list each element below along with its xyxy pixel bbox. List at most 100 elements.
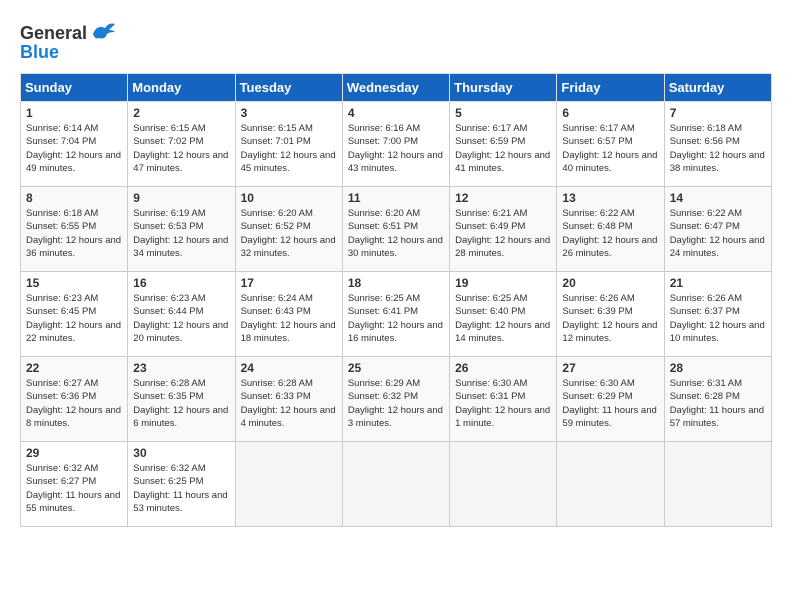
header: General Blue xyxy=(20,20,772,63)
sunrise-text: Sunrise: 6:29 AM xyxy=(348,378,420,389)
calendar-header-row: Sunday Monday Tuesday Wednesday Thursday… xyxy=(21,74,772,102)
header-friday: Friday xyxy=(557,74,664,102)
day-number: 29 xyxy=(26,446,122,460)
daylight-text: Daylight: 12 hours and 30 minutes. xyxy=(348,235,443,259)
sunrise-text: Sunrise: 6:17 AM xyxy=(455,123,527,134)
sunset-text: Sunset: 6:56 PM xyxy=(670,136,740,147)
sunset-text: Sunset: 6:25 PM xyxy=(133,476,203,487)
day-number: 14 xyxy=(670,191,766,205)
sunset-text: Sunset: 7:04 PM xyxy=(26,136,96,147)
calendar-cell: 2 Sunrise: 6:15 AM Sunset: 7:02 PM Dayli… xyxy=(128,102,235,187)
calendar-cell: 16 Sunrise: 6:23 AM Sunset: 6:44 PM Dayl… xyxy=(128,272,235,357)
sunset-text: Sunset: 6:59 PM xyxy=(455,136,525,147)
daylight-text: Daylight: 12 hours and 16 minutes. xyxy=(348,320,443,344)
day-info: Sunrise: 6:32 AM Sunset: 6:27 PM Dayligh… xyxy=(26,462,122,515)
sunrise-text: Sunrise: 6:30 AM xyxy=(562,378,634,389)
sunrise-text: Sunrise: 6:15 AM xyxy=(133,123,205,134)
sunset-text: Sunset: 6:47 PM xyxy=(670,221,740,232)
sunrise-text: Sunrise: 6:18 AM xyxy=(26,208,98,219)
sunset-text: Sunset: 7:02 PM xyxy=(133,136,203,147)
sunrise-text: Sunrise: 6:24 AM xyxy=(241,293,313,304)
header-tuesday: Tuesday xyxy=(235,74,342,102)
logo: General Blue xyxy=(20,20,117,63)
day-number: 12 xyxy=(455,191,551,205)
header-monday: Monday xyxy=(128,74,235,102)
calendar-cell: 23 Sunrise: 6:28 AM Sunset: 6:35 PM Dayl… xyxy=(128,357,235,442)
calendar-cell: 10 Sunrise: 6:20 AM Sunset: 6:52 PM Dayl… xyxy=(235,187,342,272)
sunset-text: Sunset: 7:01 PM xyxy=(241,136,311,147)
day-info: Sunrise: 6:19 AM Sunset: 6:53 PM Dayligh… xyxy=(133,207,229,260)
sunset-text: Sunset: 6:36 PM xyxy=(26,391,96,402)
logo-text-general: General xyxy=(20,23,87,44)
sunset-text: Sunset: 6:41 PM xyxy=(348,306,418,317)
sunrise-text: Sunrise: 6:26 AM xyxy=(670,293,742,304)
calendar-cell: 24 Sunrise: 6:28 AM Sunset: 6:33 PM Dayl… xyxy=(235,357,342,442)
calendar-cell: 8 Sunrise: 6:18 AM Sunset: 6:55 PM Dayli… xyxy=(21,187,128,272)
day-number: 6 xyxy=(562,106,658,120)
day-info: Sunrise: 6:17 AM Sunset: 6:57 PM Dayligh… xyxy=(562,122,658,175)
sunset-text: Sunset: 6:53 PM xyxy=(133,221,203,232)
header-sunday: Sunday xyxy=(21,74,128,102)
daylight-text: Daylight: 12 hours and 4 minutes. xyxy=(241,405,336,429)
sunrise-text: Sunrise: 6:26 AM xyxy=(562,293,634,304)
day-info: Sunrise: 6:14 AM Sunset: 7:04 PM Dayligh… xyxy=(26,122,122,175)
daylight-text: Daylight: 12 hours and 45 minutes. xyxy=(241,150,336,174)
day-info: Sunrise: 6:15 AM Sunset: 7:02 PM Dayligh… xyxy=(133,122,229,175)
day-info: Sunrise: 6:22 AM Sunset: 6:48 PM Dayligh… xyxy=(562,207,658,260)
calendar-cell: 26 Sunrise: 6:30 AM Sunset: 6:31 PM Dayl… xyxy=(450,357,557,442)
day-number: 28 xyxy=(670,361,766,375)
day-number: 30 xyxy=(133,446,229,460)
day-number: 2 xyxy=(133,106,229,120)
sunrise-text: Sunrise: 6:25 AM xyxy=(455,293,527,304)
calendar-cell: 29 Sunrise: 6:32 AM Sunset: 6:27 PM Dayl… xyxy=(21,442,128,527)
sunrise-text: Sunrise: 6:27 AM xyxy=(26,378,98,389)
day-info: Sunrise: 6:26 AM Sunset: 6:37 PM Dayligh… xyxy=(670,292,766,345)
day-info: Sunrise: 6:32 AM Sunset: 6:25 PM Dayligh… xyxy=(133,462,229,515)
day-info: Sunrise: 6:30 AM Sunset: 6:31 PM Dayligh… xyxy=(455,377,551,430)
sunrise-text: Sunrise: 6:15 AM xyxy=(241,123,313,134)
daylight-text: Daylight: 12 hours and 20 minutes. xyxy=(133,320,228,344)
day-number: 16 xyxy=(133,276,229,290)
day-info: Sunrise: 6:16 AM Sunset: 7:00 PM Dayligh… xyxy=(348,122,444,175)
daylight-text: Daylight: 12 hours and 43 minutes. xyxy=(348,150,443,174)
calendar-cell: 19 Sunrise: 6:25 AM Sunset: 6:40 PM Dayl… xyxy=(450,272,557,357)
day-info: Sunrise: 6:24 AM Sunset: 6:43 PM Dayligh… xyxy=(241,292,337,345)
day-info: Sunrise: 6:18 AM Sunset: 6:56 PM Dayligh… xyxy=(670,122,766,175)
sunset-text: Sunset: 6:27 PM xyxy=(26,476,96,487)
sunset-text: Sunset: 6:31 PM xyxy=(455,391,525,402)
calendar-week-2: 8 Sunrise: 6:18 AM Sunset: 6:55 PM Dayli… xyxy=(21,187,772,272)
calendar-table: Sunday Monday Tuesday Wednesday Thursday… xyxy=(20,73,772,527)
sunset-text: Sunset: 6:48 PM xyxy=(562,221,632,232)
day-number: 25 xyxy=(348,361,444,375)
day-info: Sunrise: 6:23 AM Sunset: 6:45 PM Dayligh… xyxy=(26,292,122,345)
day-number: 22 xyxy=(26,361,122,375)
sunrise-text: Sunrise: 6:32 AM xyxy=(133,463,205,474)
daylight-text: Daylight: 12 hours and 34 minutes. xyxy=(133,235,228,259)
day-number: 4 xyxy=(348,106,444,120)
daylight-text: Daylight: 12 hours and 1 minute. xyxy=(455,405,550,429)
daylight-text: Daylight: 12 hours and 40 minutes. xyxy=(562,150,657,174)
daylight-text: Daylight: 11 hours and 53 minutes. xyxy=(133,490,227,514)
sunrise-text: Sunrise: 6:20 AM xyxy=(241,208,313,219)
day-number: 27 xyxy=(562,361,658,375)
daylight-text: Daylight: 11 hours and 59 minutes. xyxy=(562,405,656,429)
sunset-text: Sunset: 6:40 PM xyxy=(455,306,525,317)
sunset-text: Sunset: 6:28 PM xyxy=(670,391,740,402)
calendar-cell: 20 Sunrise: 6:26 AM Sunset: 6:39 PM Dayl… xyxy=(557,272,664,357)
calendar-week-5: 29 Sunrise: 6:32 AM Sunset: 6:27 PM Dayl… xyxy=(21,442,772,527)
sunset-text: Sunset: 6:39 PM xyxy=(562,306,632,317)
day-number: 11 xyxy=(348,191,444,205)
day-number: 17 xyxy=(241,276,337,290)
sunrise-text: Sunrise: 6:23 AM xyxy=(133,293,205,304)
sunset-text: Sunset: 6:37 PM xyxy=(670,306,740,317)
daylight-text: Daylight: 12 hours and 49 minutes. xyxy=(26,150,121,174)
day-number: 10 xyxy=(241,191,337,205)
day-number: 5 xyxy=(455,106,551,120)
sunrise-text: Sunrise: 6:21 AM xyxy=(455,208,527,219)
sunset-text: Sunset: 6:57 PM xyxy=(562,136,632,147)
sunrise-text: Sunrise: 6:19 AM xyxy=(133,208,205,219)
day-info: Sunrise: 6:30 AM Sunset: 6:29 PM Dayligh… xyxy=(562,377,658,430)
day-number: 1 xyxy=(26,106,122,120)
day-info: Sunrise: 6:17 AM Sunset: 6:59 PM Dayligh… xyxy=(455,122,551,175)
day-number: 9 xyxy=(133,191,229,205)
